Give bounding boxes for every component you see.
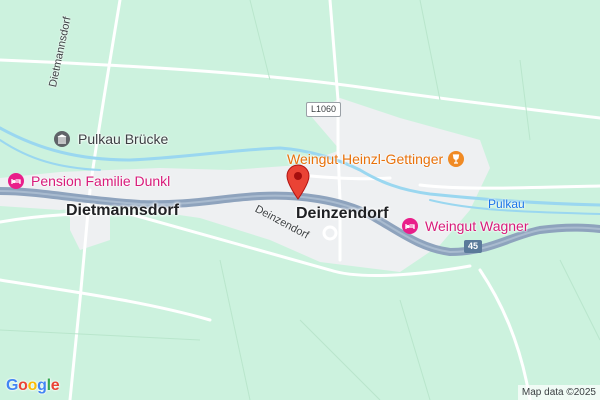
google-logo-letter: o: [18, 377, 28, 394]
route-45-shield: 45: [464, 240, 483, 253]
google-logo-letter: o: [27, 377, 38, 394]
pension-familie-dunkl-label: Pension Familie Dunkl: [31, 173, 171, 189]
deinzendorf-place-label[interactable]: Deinzendorf: [296, 206, 388, 222]
google-logo-letter: G: [6, 377, 19, 394]
hotel-bed-icon: [8, 173, 24, 189]
pulkau-bruecke-label: Pulkau Brücke: [78, 131, 169, 147]
hotel-bed-icon: [402, 218, 418, 234]
wine-glass-icon: [448, 151, 464, 167]
map-view[interactable]: Dietmannsdorf Deinzendorf Pulkau L1060 4…: [0, 0, 600, 400]
pulkau-river-label: Pulkau: [488, 197, 525, 211]
google-logo[interactable]: Google: [6, 377, 60, 395]
l1060-shield: L1060: [306, 102, 342, 117]
landmark-icon: [54, 131, 70, 147]
google-logo-letter: g: [37, 377, 47, 394]
location-pin-icon[interactable]: [285, 164, 311, 200]
map-attribution[interactable]: Map data ©2025: [517, 385, 600, 400]
google-logo-letter: e: [50, 377, 60, 394]
weingut-wagner-label: Weingut Wagner: [425, 218, 529, 234]
dietmannsdorf-place-label[interactable]: Dietmannsdorf: [66, 203, 179, 219]
